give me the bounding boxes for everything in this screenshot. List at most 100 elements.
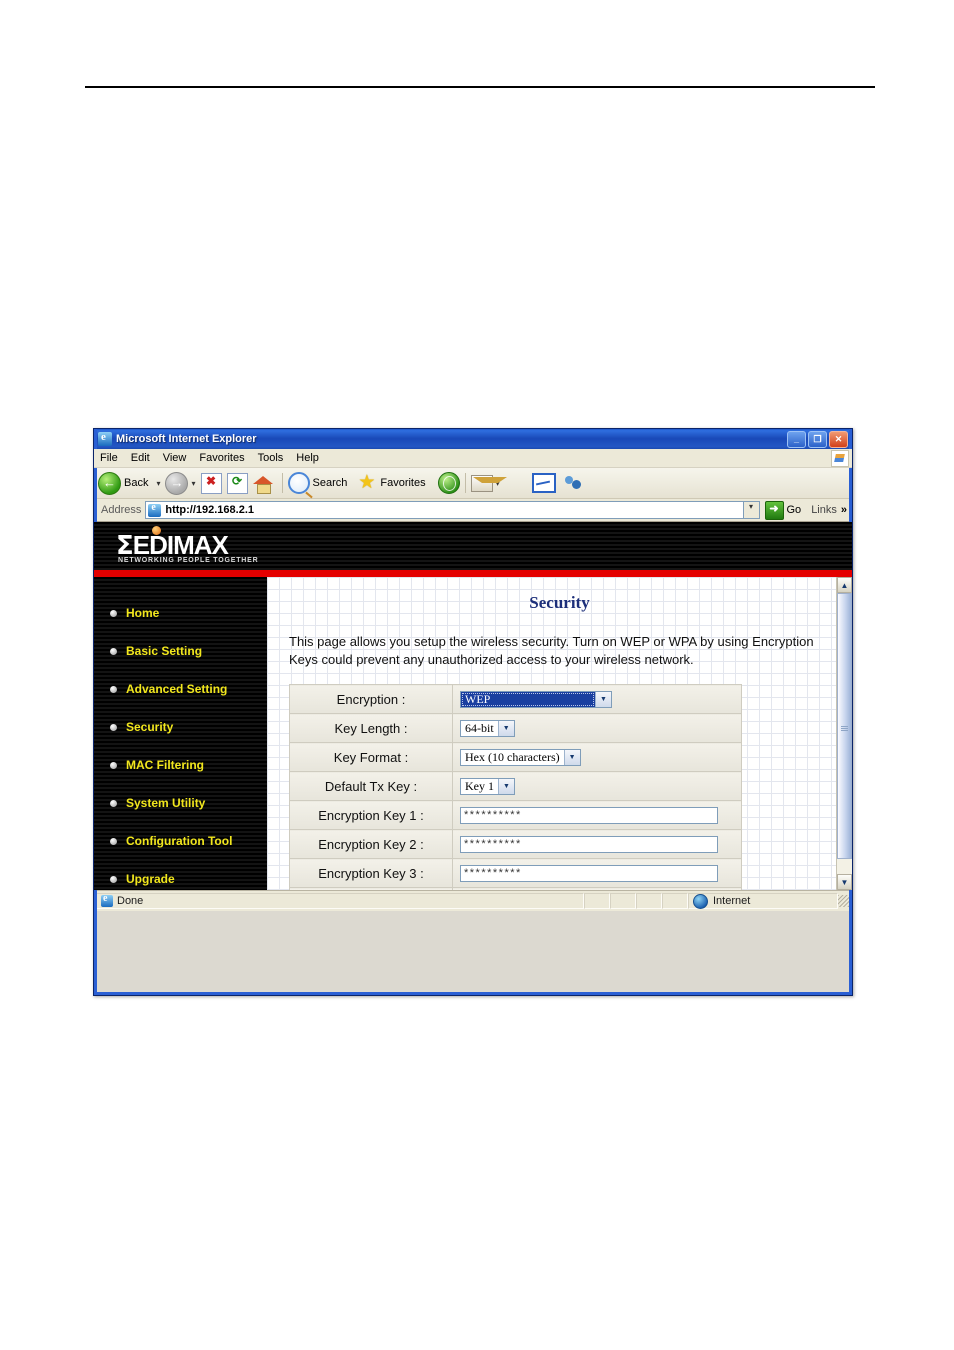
forward-button[interactable]: → (165, 471, 189, 495)
stop-button[interactable]: ✖ (200, 472, 222, 494)
chevron-down-icon: ▼ (563, 750, 580, 766)
page-header-rule (85, 86, 875, 88)
menu-item-tools[interactable]: Tools (258, 452, 284, 464)
page-icon (148, 502, 162, 517)
key-length-select[interactable]: 64-bit ▼ (460, 720, 515, 738)
bullet-icon (110, 647, 117, 655)
sidebar-item-label: Home (126, 606, 160, 620)
field-value-cell: Key 1 ▼ (452, 771, 742, 802)
sidebar-nav: Home Basic Setting Advanced Setting Secu… (94, 577, 267, 890)
sidebar-item-label: Advanced Setting (126, 682, 228, 696)
home-button[interactable] (252, 474, 273, 494)
sidebar-item-upgrade[interactable]: Upgrade (94, 860, 267, 890)
scrollbar-track[interactable] (837, 593, 852, 874)
back-arrow-icon: ← (98, 471, 121, 495)
table-row: Encryption Key 4 : ********** (289, 887, 742, 890)
sidebar-item-label: MAC Filtering (126, 758, 204, 772)
default-tx-key-select-value: Key 1 (465, 779, 494, 794)
field-label: Encryption Key 3 : (289, 858, 453, 889)
field-label: Encryption Key 2 : (289, 829, 453, 860)
field-label: Default Tx Key : (289, 771, 453, 802)
main-panel: Security This page allows you setup the … (267, 577, 852, 890)
menu-item-favorites[interactable]: Favorites (199, 452, 244, 464)
menu-item-help[interactable]: Help (296, 452, 319, 464)
sidebar-item-configuration-tool[interactable]: Configuration Tool (94, 822, 267, 860)
scroll-down-button[interactable]: ▼ (837, 874, 852, 890)
field-label: Key Length : (289, 713, 453, 744)
field-value-cell: 64-bit ▼ (452, 713, 742, 744)
page-title: Security (529, 593, 590, 612)
logo-text: EDIMAX (132, 530, 229, 560)
messenger-icon[interactable] (563, 475, 583, 492)
sidebar-item-mac-filtering[interactable]: MAC Filtering (94, 746, 267, 784)
encryption-key-3-input[interactable]: ********** (460, 864, 718, 882)
table-row: Encryption Key 1 : ********** (289, 800, 742, 831)
menu-item-view[interactable]: View (163, 452, 187, 464)
bullet-icon (110, 875, 117, 883)
windows-flag-icon (831, 450, 849, 467)
field-value-cell: ********** (452, 858, 742, 889)
table-row: Key Format : Hex (10 characters) ▼ (289, 742, 742, 773)
scroll-up-button[interactable]: ▲ (837, 577, 852, 593)
page-viewport: ΣEDIMAX NETWORKING PEOPLE TOGETHER Home … (94, 522, 852, 890)
field-value-cell: Hex (10 characters) ▼ (452, 742, 742, 773)
sidebar-item-label: Upgrade (126, 872, 175, 886)
field-label: Encryption Key 4 : (289, 887, 453, 890)
logo-tagline: NETWORKING PEOPLE TOGETHER (118, 557, 259, 564)
browser-window: Microsoft Internet Explorer _ ❐ ✕ File E… (93, 428, 853, 996)
key-format-select[interactable]: Hex (10 characters) ▼ (460, 749, 581, 767)
page-description: This page allows you setup the wireless … (289, 634, 814, 667)
bullet-icon (110, 799, 117, 807)
field-value-cell: WEP ▼ (452, 684, 742, 715)
sidebar-item-label: Security (126, 720, 174, 734)
table-row: Encryption Key 3 : ********** (289, 858, 742, 889)
encryption-key-1-input[interactable]: ********** (460, 806, 718, 824)
field-label: Key Format : (289, 742, 453, 773)
logo-dot-icon (152, 526, 161, 535)
page-status-icon (101, 893, 113, 907)
sidebar-item-label: Basic Setting (126, 644, 203, 658)
default-tx-key-select[interactable]: Key 1 ▼ (460, 778, 515, 796)
refresh-button[interactable]: ⟳ (226, 472, 248, 494)
sidebar-item-system-utility[interactable]: System Utility (94, 784, 267, 822)
refresh-icon: ⟳ (231, 473, 243, 488)
encryption-select[interactable]: WEP ▼ (460, 691, 612, 709)
print-icon[interactable] (505, 475, 525, 491)
bullet-icon (110, 609, 117, 617)
table-row: Encryption Key 2 : ********** (289, 829, 742, 860)
search-icon (287, 472, 310, 494)
red-accent-bar (94, 570, 852, 577)
menu-item-file[interactable]: File (100, 452, 118, 464)
page-content: Home Basic Setting Advanced Setting Secu… (94, 577, 852, 890)
field-label: Encryption : (289, 684, 453, 715)
bullet-icon (110, 723, 117, 731)
chevron-down-icon: ▼ (498, 779, 514, 795)
scrollbar-thumb[interactable] (837, 593, 852, 859)
sidebar-item-label: Configuration Tool (126, 834, 233, 848)
sidebar-item-security[interactable]: Security (94, 708, 267, 746)
menu-item-edit[interactable]: Edit (131, 452, 150, 464)
field-value-cell: ********** (452, 800, 742, 831)
sidebar-item-advanced-setting[interactable]: Advanced Setting (94, 670, 267, 708)
table-row: Key Length : 64-bit ▼ (289, 713, 742, 744)
bullet-icon (110, 837, 117, 845)
chevron-down-icon: ▼ (497, 721, 514, 737)
site-banner: ΣEDIMAX NETWORKING PEOPLE TOGETHER (94, 522, 852, 570)
field-value-cell: ********** (452, 887, 742, 890)
mail-icon[interactable] (470, 474, 507, 492)
menu-bar: File Edit View Favorites Tools Help (94, 449, 852, 468)
security-form-table: Encryption : WEP ▼ Key Length : 64-bit ▼… (289, 684, 742, 890)
key-length-select-value: 64-bit (465, 721, 494, 736)
sidebar-item-label: System Utility (126, 796, 206, 810)
edit-icon[interactable] (531, 473, 556, 493)
key-format-select-value: Hex (10 characters) (465, 750, 560, 765)
encryption-select-value: WEP (461, 692, 595, 708)
sidebar-item-basic-setting[interactable]: Basic Setting (94, 632, 267, 670)
page-scrollbar[interactable]: ▲ ▼ (836, 577, 852, 890)
table-row: Encryption : WEP ▼ (289, 684, 742, 715)
encryption-key-2-input[interactable]: ********** (460, 835, 718, 853)
sidebar-item-home[interactable]: Home (94, 594, 267, 632)
media-globe-icon[interactable] (437, 472, 460, 494)
table-row: Default Tx Key : Key 1 ▼ (289, 771, 742, 802)
field-value-cell: ********** (452, 829, 742, 860)
